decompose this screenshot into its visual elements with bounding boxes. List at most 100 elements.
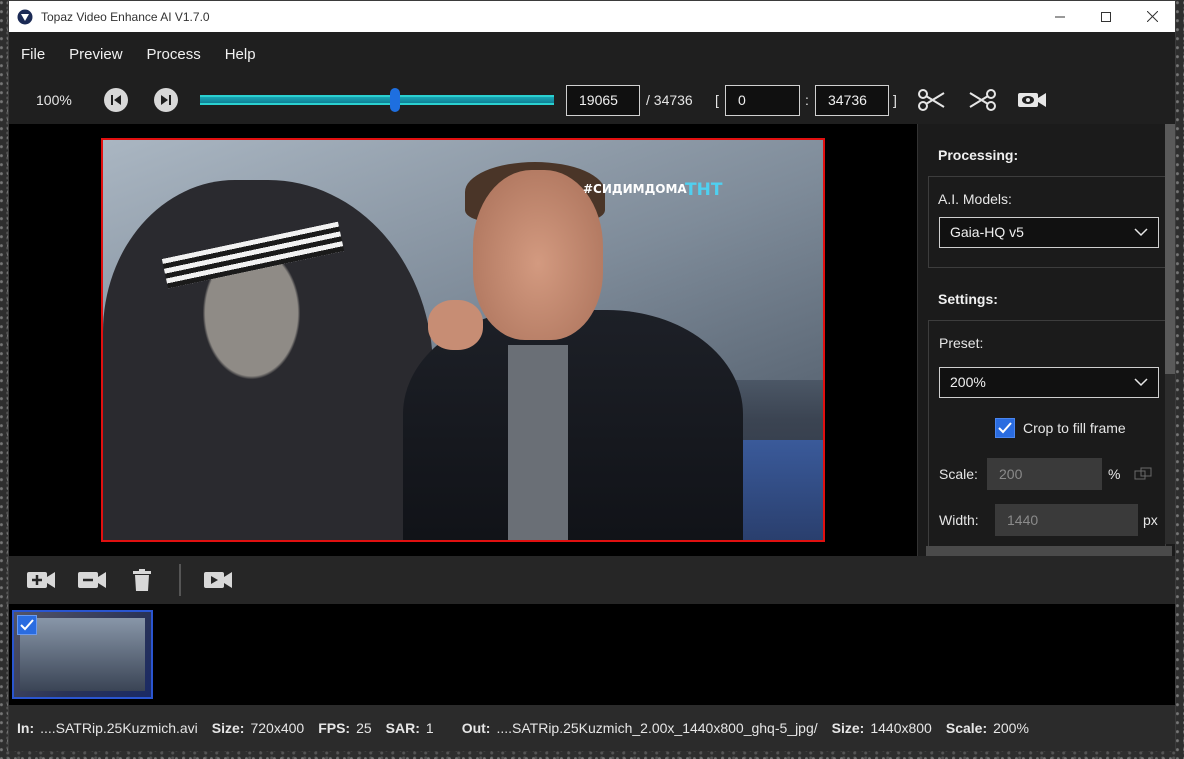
scale-input[interactable]: 200: [987, 458, 1102, 490]
settings-panel: Processing: A.I. Models: Gaia-HQ v5 Sett…: [917, 124, 1175, 556]
settings-group: Preset: 200% Crop to fill frame Scale: 2…: [928, 320, 1166, 556]
timeline-slider-thumb[interactable]: [389, 88, 400, 112]
input-size-value: 720x400: [250, 720, 305, 736]
menu-preview[interactable]: Preview: [69, 46, 122, 63]
range-open-bracket: [: [715, 92, 719, 108]
video-preview[interactable]: #СИДИМДОМА ТНТ: [101, 138, 825, 542]
width-input[interactable]: 1440: [995, 504, 1138, 536]
range-end-input[interactable]: 34736: [815, 85, 889, 116]
ai-models-label: A.I. Models:: [938, 191, 1012, 207]
close-button[interactable]: [1129, 1, 1175, 32]
preset-value: 200%: [950, 374, 986, 390]
maximize-button[interactable]: [1083, 1, 1129, 32]
total-frames-label: / 34736: [646, 92, 693, 108]
sar-label: SAR:: [385, 720, 420, 736]
width-label: Width:: [939, 512, 979, 528]
crop-to-fill-checkbox[interactable]: [995, 418, 1015, 438]
previous-frame-button[interactable]: [104, 88, 128, 112]
close-icon: [1146, 11, 1158, 22]
settings-scrollbar[interactable]: [1165, 124, 1175, 544]
topaz-logo-icon: [17, 9, 33, 24]
cut-start-button[interactable]: [917, 88, 947, 112]
preset-label: Preset:: [939, 335, 984, 351]
clip-thumbnail[interactable]: [12, 610, 153, 699]
output-scale-value: 200%: [993, 720, 1029, 736]
preview-area: #СИДИМДОМА ТНТ: [9, 124, 917, 556]
minimize-icon: [1055, 16, 1065, 17]
delete-button[interactable]: [127, 568, 157, 592]
clip-select-checkbox[interactable]: [17, 615, 37, 635]
clip-toolbar: [9, 556, 1175, 604]
chevron-down-icon: [1134, 378, 1148, 387]
menu-process[interactable]: Process: [147, 46, 201, 63]
settings-heading: Settings:: [938, 291, 998, 307]
crop-to-fill-label: Crop to fill frame: [1023, 420, 1126, 436]
remove-video-button[interactable]: [77, 568, 107, 592]
ai-model-value: Gaia-HQ v5: [950, 224, 1024, 240]
title-bar: Topaz Video Enhance AI V1.7.0: [9, 1, 1175, 32]
app-window: Topaz Video Enhance AI V1.7.0 File Previ…: [8, 0, 1176, 751]
status-bar: In: ....SATRip.25Kuzmich.avi Size: 720x4…: [9, 705, 1175, 751]
timeline-slider[interactable]: [200, 95, 554, 105]
sar-value: 1: [425, 720, 434, 736]
video-camera-icon: [204, 572, 232, 588]
out-path: ....SATRip.25Kuzmich_2.00x_1440x800_ghq-…: [496, 720, 818, 736]
fps-value: 25: [356, 720, 372, 736]
preview-camera-button[interactable]: [1017, 88, 1047, 112]
fps-label: FPS:: [318, 720, 351, 736]
trash-icon: [133, 569, 151, 591]
scale-label: Scale:: [939, 466, 978, 482]
minimize-button[interactable]: [1037, 1, 1083, 32]
window-controls: [1037, 1, 1175, 32]
thumbnail-image: [20, 618, 145, 691]
ai-model-select[interactable]: Gaia-HQ v5: [939, 217, 1159, 248]
skip-back-icon: [111, 95, 121, 105]
checkmark-icon: [998, 422, 1012, 434]
scale-unit: %: [1108, 466, 1121, 482]
video-watermark: #СИДИМДОМА: [583, 182, 687, 196]
video-person-right: [403, 162, 743, 540]
settings-scrollbar-thumb[interactable]: [1165, 124, 1175, 374]
settings-horizontal-scrollbar[interactable]: [926, 546, 1172, 556]
menu-help[interactable]: Help: [225, 46, 256, 63]
range-separator: :: [805, 92, 809, 108]
eye-camera-icon: [1018, 93, 1046, 107]
input-size-label: Size:: [211, 720, 245, 736]
menu-file[interactable]: File: [21, 46, 45, 63]
zoom-level[interactable]: 100%: [36, 92, 72, 108]
channel-logo: ТНТ: [685, 180, 723, 200]
toolbar-divider: [179, 564, 181, 596]
video-person-left: [103, 180, 433, 540]
output-size-label: Size:: [831, 720, 865, 736]
chevron-down-icon: [1134, 228, 1148, 237]
width-unit: px: [1143, 512, 1158, 528]
cut-end-button[interactable]: [967, 88, 997, 112]
checkmark-icon: [20, 619, 34, 631]
processing-heading: Processing:: [938, 147, 1019, 163]
ai-models-group: A.I. Models: Gaia-HQ v5: [928, 176, 1166, 268]
next-frame-button[interactable]: [154, 88, 178, 112]
window-title: Topaz Video Enhance AI V1.7.0: [41, 9, 210, 24]
range-start-input[interactable]: 0: [725, 85, 800, 116]
skip-forward-icon: [161, 95, 171, 105]
remove-video-icon: [78, 572, 106, 588]
preset-select[interactable]: 200%: [939, 367, 1159, 398]
playback-toolbar: 100% 19065 / 34736 [ 0 : 34736 ]: [9, 76, 1175, 124]
add-video-button[interactable]: [26, 568, 56, 592]
out-label: Out:: [461, 720, 491, 736]
link-ratio-icon[interactable]: [1134, 467, 1152, 481]
in-filename: ....SATRip.25Kuzmich.avi: [40, 720, 198, 736]
output-scale-label: Scale:: [945, 720, 988, 736]
output-size-value: 1440x800: [870, 720, 932, 736]
add-video-icon: [27, 572, 55, 588]
clip-list: [9, 604, 1175, 705]
export-video-button[interactable]: [203, 568, 233, 592]
in-label: In:: [17, 720, 35, 736]
scissors-icon: [918, 89, 945, 111]
maximize-icon: [1101, 11, 1111, 22]
current-frame-input[interactable]: 19065: [566, 85, 640, 116]
menu-bar: File Preview Process Help: [9, 32, 1175, 76]
video-fist: [428, 300, 483, 350]
scissors-reverse-icon: [969, 89, 996, 111]
range-close-bracket: ]: [893, 92, 897, 108]
